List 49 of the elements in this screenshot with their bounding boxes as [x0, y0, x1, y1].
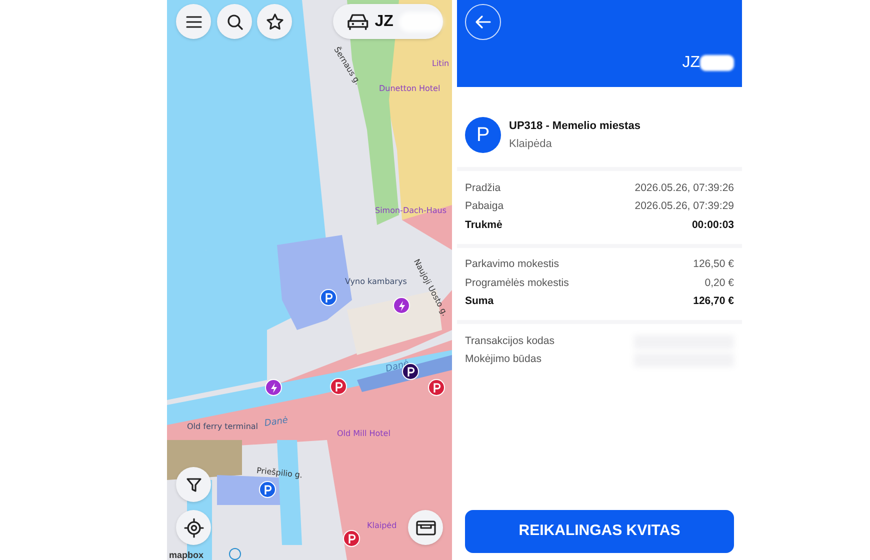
zone-title: UP318 - Memelio miestas — [509, 118, 640, 134]
car-icon — [347, 12, 369, 30]
letter-p-icon — [348, 534, 356, 544]
letter-p-icon — [334, 382, 342, 392]
letter-p-icon — [406, 366, 414, 376]
map-attribution: mapbox — [169, 551, 204, 560]
row-label: Trukmė — [465, 218, 502, 233]
map-label: Dunetton Hotel — [379, 85, 440, 93]
parking-icon: P — [465, 117, 501, 153]
map-label: Klaipėd — [367, 522, 397, 530]
row-label: Pradžia — [465, 180, 501, 196]
locate-icon — [184, 518, 204, 538]
map-label: Simon-Dach-Haus — [375, 207, 447, 215]
row-value: 126,50 € — [693, 257, 734, 272]
search-icon — [226, 14, 242, 30]
row-label: Parkavimo mokestis — [465, 257, 559, 272]
filter-icon — [186, 476, 202, 492]
row-value: 2026.05.26, 07:39:29 — [634, 199, 734, 214]
row-label: Programėlės mokestis — [465, 276, 569, 291]
vehicle-button[interactable]: JZ — [333, 4, 443, 39]
receipt-button[interactable]: REIKALINGAS KVITAS — [465, 510, 734, 553]
row-value: 2026.05.26, 07:39:26 — [634, 180, 734, 196]
lightning-icon — [398, 300, 406, 310]
lightning-icon — [270, 382, 278, 392]
row-label: Transakcijos kodas — [465, 334, 554, 349]
map-label: Danė — [264, 416, 289, 429]
star-icon — [266, 12, 284, 30]
map-label: Vyno kambarys — [345, 278, 407, 286]
row-value: 00:00:03 — [692, 218, 734, 233]
back-arrow-icon — [475, 15, 491, 29]
map-label: Old Mill Hotel — [337, 430, 390, 438]
row-value: 126,70 € — [693, 294, 734, 310]
letter-p-icon — [432, 382, 440, 392]
redaction-blur — [700, 55, 734, 71]
zone-city: Klaipėda — [509, 137, 553, 152]
wallet-icon — [416, 520, 436, 536]
letter-p-icon — [324, 292, 332, 302]
row-label: Pabaiga — [465, 199, 504, 214]
row-label: Suma — [465, 294, 494, 310]
back-button[interactable] — [465, 4, 501, 40]
street-label: Priešpilio g. — [256, 467, 303, 480]
info-icon[interactable] — [229, 548, 241, 560]
map-label: Litin — [432, 60, 450, 68]
row-label: Mokėjimo būdas — [465, 352, 542, 368]
row-value: 0,20 € — [704, 276, 734, 291]
map-label: Old ferry terminal — [187, 423, 258, 431]
letter-p-icon — [264, 484, 272, 494]
menu-icon — [186, 16, 202, 28]
plate-number: JZ — [682, 53, 700, 73]
